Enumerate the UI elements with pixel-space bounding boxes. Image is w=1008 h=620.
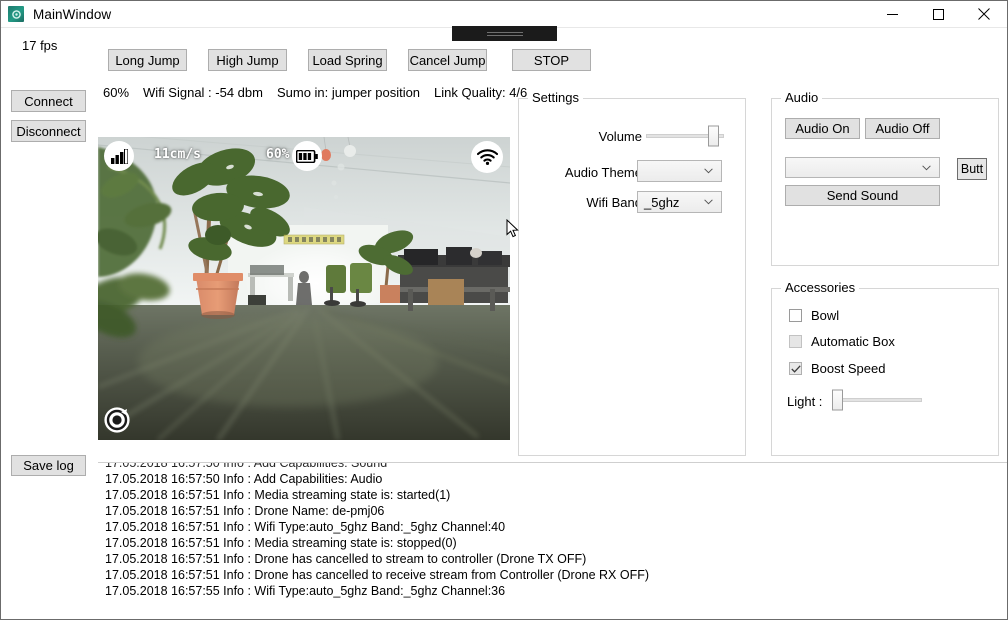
accessory-bowl[interactable]: Bowl <box>789 308 839 323</box>
mouse-cursor <box>506 218 519 243</box>
extra-button[interactable]: Butt <box>957 158 987 180</box>
volume-label: Volume <box>598 129 642 144</box>
boost-speed-label: Boost Speed <box>811 361 886 376</box>
camera-record-icon[interactable] <box>103 406 131 434</box>
light-label: Light : <box>787 394 823 409</box>
load-spring-button[interactable]: Load Spring <box>308 49 387 71</box>
sound-select[interactable] <box>785 157 940 178</box>
signal-bars-icon <box>104 141 134 171</box>
light-slider-track <box>832 398 922 402</box>
chevron-down-icon <box>922 164 931 170</box>
bowl-label: Bowl <box>811 308 840 323</box>
automatic-box-label: Automatic Box <box>811 334 895 349</box>
audio-theme-select[interactable] <box>637 160 722 182</box>
volume-slider[interactable] <box>646 125 724 147</box>
audio-on-button[interactable]: Audio On <box>785 118 860 139</box>
wifi-band-label: Wifi Band <box>586 195 642 210</box>
accessories-title: Accessories <box>781 280 860 295</box>
fps-label: 17 fps <box>22 38 58 53</box>
settings-group: Settings Volume Audio Theme Wifi Band _5… <box>518 90 746 456</box>
log-line: 17.05.2018 16:57:55 Info : Wifi Type:aut… <box>105 584 506 598</box>
chevron-down-icon <box>704 199 713 205</box>
log-line: 17.05.2018 16:57:51 Info : Drone has can… <box>105 552 587 566</box>
wifi-band-value: _5ghz <box>644 194 680 210</box>
accessory-automatic-box: Automatic Box <box>789 334 895 349</box>
log-line: 17.05.2018 16:57:50 Info : Add Capabilit… <box>105 472 383 486</box>
video-speed-label: 11cm/s <box>154 147 201 162</box>
log-line: 17.05.2018 16:57:51 Info : Wifi Type:aut… <box>105 520 506 534</box>
video-scene <box>98 137 510 440</box>
video-feed[interactable]: 11cm/s 60% <box>98 137 510 440</box>
cancel-jump-button[interactable]: Cancel Jump <box>408 49 487 71</box>
long-jump-button[interactable]: Long Jump <box>108 49 187 71</box>
audio-title: Audio <box>781 90 823 105</box>
close-icon[interactable] <box>961 1 1007 27</box>
connect-button[interactable]: Connect <box>11 90 86 112</box>
settings-title: Settings <box>528 90 583 105</box>
high-jump-button[interactable]: High Jump <box>208 49 287 71</box>
audio-off-button[interactable]: Audio Off <box>865 118 940 139</box>
accessory-boost-speed[interactable]: Boost Speed <box>789 361 885 376</box>
boost-speed-checkbox[interactable] <box>789 362 802 375</box>
status-row: 60% Wifi Signal : -54 dbm Sumo in: jumpe… <box>103 85 527 100</box>
log-panel[interactable]: 17.05.2018 16:57:50 Info : Add Capabilit… <box>98 462 1007 619</box>
window-controls <box>869 1 1007 27</box>
wifi-icon <box>471 141 503 173</box>
log-line-clipped: 17.05.2018 16:57:50 Info : Add Capabilit… <box>105 462 388 470</box>
status-sumo-state: Sumo in: jumper position <box>276 85 421 100</box>
log-lines: 17.05.2018 16:57:50 Info : Add Capabilit… <box>105 462 1007 599</box>
check-icon <box>790 364 801 373</box>
stop-button[interactable]: STOP <box>512 49 591 71</box>
light-slider[interactable] <box>832 389 922 411</box>
log-line: 17.05.2018 16:57:51 Info : Drone has can… <box>105 568 650 582</box>
volume-slider-thumb[interactable] <box>708 125 719 147</box>
grip-handle-icon <box>486 30 523 38</box>
disconnect-button[interactable]: Disconnect <box>11 120 86 142</box>
log-line: 17.05.2018 16:57:51 Info : Media streami… <box>105 536 457 550</box>
automatic-box-checkbox <box>789 335 802 348</box>
status-link-quality: Link Quality: 4/6 <box>434 85 528 100</box>
audio-group: Audio Audio On Audio Off Send Sound <box>771 90 999 266</box>
wifi-band-select[interactable]: _5ghz <box>637 191 722 213</box>
title-bar: MainWindow <box>1 1 1007 28</box>
accessories-group: Accessories Bowl Automatic Box Boost Spe… <box>771 280 999 456</box>
battery-icon <box>292 141 322 171</box>
bowl-checkbox[interactable] <box>789 309 802 322</box>
log-line: 17.05.2018 16:57:51 Info : Drone Name: d… <box>105 504 385 518</box>
video-battery-label: 60% <box>266 147 290 162</box>
video-progress-bar[interactable] <box>452 26 557 41</box>
minimize-icon[interactable] <box>869 1 915 27</box>
light-slider-thumb[interactable] <box>832 389 843 411</box>
status-battery: 60% <box>103 85 130 100</box>
save-log-button[interactable]: Save log <box>11 455 86 476</box>
maximize-icon[interactable] <box>915 1 961 27</box>
status-wifi-signal: Wifi Signal : -54 dbm <box>143 85 263 100</box>
log-line: 17.05.2018 16:57:51 Info : Media streami… <box>105 488 451 502</box>
main-window: MainWindow 17 fps Long Jump High Jump Lo… <box>0 0 1008 620</box>
audio-theme-label: Audio Theme <box>564 165 642 180</box>
app-icon <box>8 6 24 22</box>
window-title: MainWindow <box>33 6 112 22</box>
send-sound-button[interactable]: Send Sound <box>785 185 940 206</box>
chevron-down-icon <box>704 168 713 174</box>
